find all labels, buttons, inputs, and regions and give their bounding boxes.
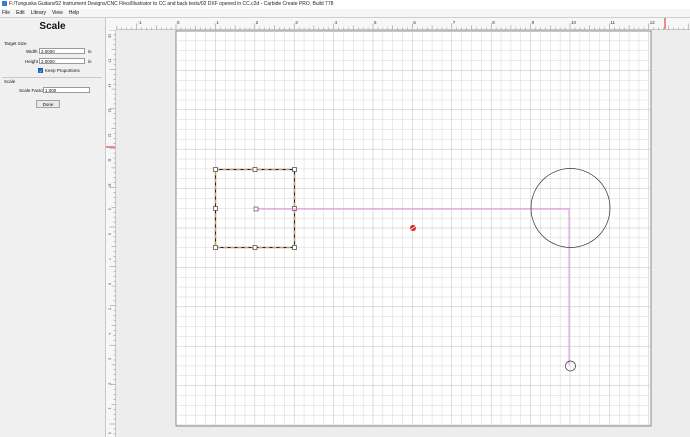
- origin-marker-icon: [410, 225, 416, 231]
- left-ruler-label: 11: [108, 159, 112, 163]
- selection-handle[interactable]: [213, 206, 218, 211]
- app-icon: [2, 1, 7, 7]
- selection-handle[interactable]: [292, 245, 297, 250]
- menu-file[interactable]: File: [2, 10, 10, 16]
- left-ruler-label: 12: [108, 134, 112, 138]
- top-ruler-label: 10: [571, 20, 577, 25]
- height-field[interactable]: 2.0000: [39, 58, 85, 64]
- target-size-label: Target Size: [4, 41, 27, 46]
- selection-handle[interactable]: [252, 245, 258, 250]
- left-ruler-label: 1: [108, 408, 112, 410]
- selection-handle[interactable]: [292, 167, 297, 172]
- height-label: Height: [25, 59, 39, 64]
- width-unit: in: [88, 49, 92, 54]
- top-ruler: -1 0 1 2 3 4 5 6 7 8 9 10 11 12: [116, 18, 690, 30]
- left-ruler-label: 10: [108, 183, 112, 187]
- left-ruler-label: 8: [108, 233, 112, 235]
- width-field[interactable]: 2.0000: [39, 48, 85, 54]
- menu-library[interactable]: Library: [31, 10, 46, 16]
- left-ruler-label: 3: [108, 358, 112, 360]
- left-ruler-label: 7: [108, 258, 112, 260]
- width-label: Width: [26, 49, 38, 54]
- ruler-corner: [106, 18, 116, 30]
- height-unit: in: [88, 59, 92, 64]
- selection-handle[interactable]: [213, 167, 218, 172]
- scale-factor-field[interactable]: 1.000: [43, 87, 90, 93]
- menu-help[interactable]: Help: [69, 10, 79, 16]
- selection-handle[interactable]: [213, 245, 218, 250]
- left-ruler-label: 14: [108, 84, 112, 88]
- left-ruler: 161514131211109876543210: [106, 29, 116, 437]
- scale-panel: Scale Target Size Width 2.0000 in Height…: [0, 18, 106, 437]
- path-start-node[interactable]: [253, 206, 259, 212]
- done-button[interactable]: Done: [36, 100, 60, 108]
- scale-factor-label: Scale Factor: [19, 88, 45, 93]
- menu-edit[interactable]: Edit: [16, 10, 25, 16]
- left-ruler-label: 15: [108, 59, 112, 63]
- panel-title: Scale: [39, 21, 66, 32]
- left-ruler-label: 16: [108, 34, 112, 38]
- top-ruler-label: -1: [138, 20, 142, 25]
- keep-proportions-label: Keep Proportions: [45, 68, 80, 73]
- window-title: F:/Tunguska Guitars/02 Instrument Design…: [9, 1, 334, 7]
- left-ruler-label: 13: [108, 109, 112, 113]
- left-ruler-label: 9: [108, 208, 112, 210]
- menu-view[interactable]: View: [52, 10, 63, 16]
- divider: [2, 77, 102, 78]
- left-ruler-label: 6: [108, 283, 112, 285]
- top-ruler-label: 12: [650, 20, 656, 25]
- scale-section-label: Scale: [4, 79, 16, 84]
- design-canvas[interactable]: -1 0 1 2 3 4 5 6 7 8 9 10 11 12 161514131211109876543…: [106, 18, 690, 437]
- left-ruler-label: 4: [108, 333, 112, 335]
- keep-proportions-checkbox[interactable]: ✓: [38, 68, 43, 74]
- left-ruler-label: 5: [108, 308, 112, 310]
- menu-bar: File Edit Library View Help: [0, 9, 690, 18]
- left-ruler-label: 2: [108, 383, 112, 385]
- top-ruler-label: 11: [610, 20, 615, 25]
- left-ruler-label: 0: [108, 432, 112, 434]
- selection-handle[interactable]: [252, 167, 258, 172]
- selection-handle[interactable]: [292, 206, 297, 211]
